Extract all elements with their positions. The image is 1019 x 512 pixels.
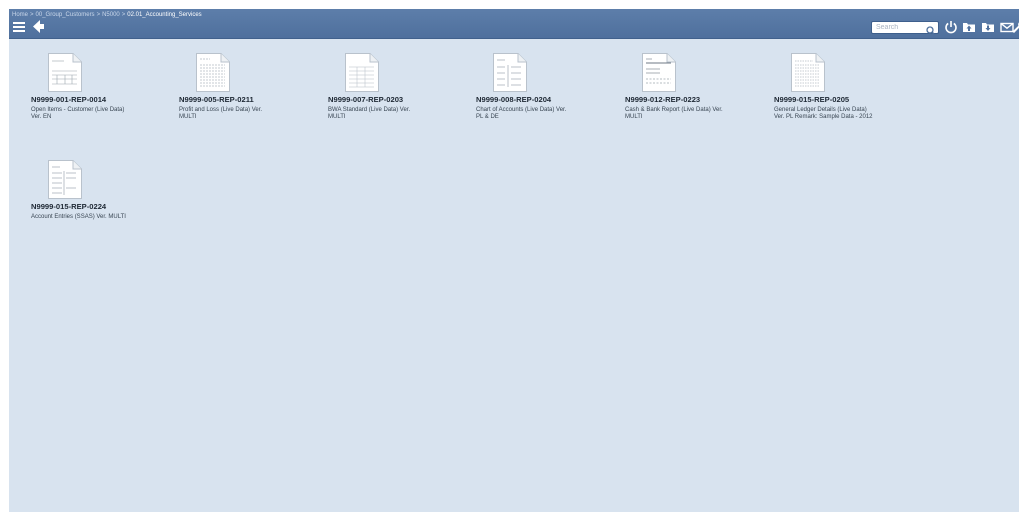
report-description-line: PL & DE [476,114,499,120]
report-description-line: BWA Standard (Live Data) Ver. [328,107,411,113]
report-item[interactable]: N9999-007-REP-0203 BWA Standard (Live Da… [328,53,468,121]
report-title: N9999-005-REP-0211 [179,95,254,104]
report-description: Chart of Accounts (Live Data) Ver. PL & … [476,107,586,121]
report-document-icon [48,160,82,199]
report-item[interactable]: N9999-015-REP-0205 General Ledger Detail… [774,53,914,121]
report-description-line: Open Items - Customer (Live Data) [31,107,125,113]
report-description: Open Items - Customer (Live Data) Ver. E… [31,107,141,121]
report-title: N9999-015-REP-0224 [31,202,107,211]
report-document-icon [642,53,676,92]
report-description-line: MULTI [179,114,197,120]
report-item[interactable]: N9999-008-REP-0204 Chart of Accounts (Li… [476,53,616,121]
breadcrumb: Home >00_Group_Customers > N5000 >02.01_Acco… [12,10,202,20]
report-description: Profit and Loss (Live Data) Ver. MULTI [179,107,289,121]
breadcrumb-separator: > [96,12,101,18]
report-item[interactable]: N9999-005-REP-0211 Profit and Loss (Live… [179,53,319,121]
report-description-line: MULTI [625,114,643,120]
report-item[interactable]: N9999-012-REP-0223 Cash & Bank Report (L… [625,53,765,121]
search-field [871,21,939,36]
report-document-icon [493,53,527,92]
folder-upload-icon[interactable] [962,20,976,34]
report-item[interactable]: N9999-001-REP-0014 Open Items - Customer… [31,53,171,121]
breadcrumb-separator: > [121,12,126,18]
report-description-line: Account Entries (SSAS) Ver. MULTI [31,214,126,220]
report-description-line: Cash & Bank Report (Live Data) Ver. [625,107,723,113]
report-description-line: Ver. PL Remark: Sample Data - 2012 [774,114,873,120]
breadcrumb-separator: > [30,12,34,18]
report-description-line: Ver. EN [31,114,52,120]
breadcrumb-item-n5000[interactable]: N5000 [102,12,120,18]
report-description: Account Entries (SSAS) Ver. MULTI [31,214,161,221]
report-title: N9999-007-REP-0203 [328,95,404,104]
report-title: N9999-015-REP-0205 [774,95,850,104]
power-icon[interactable] [944,20,958,34]
top-toolbar: Home >00_Group_Customers > N5000 >02.01_Acco… [9,9,1019,39]
report-item[interactable]: N9999-015-REP-0224 Account Entries (SSAS… [31,160,171,221]
menu-icon[interactable] [13,22,25,32]
search-icon[interactable] [926,23,936,36]
wrench-icon[interactable] [1011,20,1019,34]
report-title: N9999-008-REP-0204 [476,95,552,104]
report-description-line: MULTI [328,114,346,120]
app-window: Home >00_Group_Customers > N5000 >02.01_Acco… [9,9,1019,512]
report-document-icon [48,53,82,92]
breadcrumb-item-home[interactable]: Home [12,12,28,18]
report-description: BWA Standard (Live Data) Ver. MULTI [328,107,438,121]
report-description-line: General Ledger Details (Live Data) [774,107,867,113]
report-description: Cash & Bank Report (Live Data) Ver. MULT… [625,107,735,121]
report-document-icon [791,53,825,92]
report-description-line: Profit and Loss (Live Data) Ver. [179,107,263,113]
breadcrumb-item-group-customers[interactable]: 00_Group_Customers [36,12,95,18]
folder-download-icon[interactable] [981,20,995,34]
breadcrumb-item-accounting-services: 02.01_Accounting_Services [127,12,202,18]
report-document-icon [196,53,230,92]
report-title: N9999-001-REP-0014 [31,95,107,104]
report-document-icon [345,53,379,92]
report-title: N9999-012-REP-0223 [625,95,701,104]
report-description: General Ledger Details (Live Data) Ver. … [774,107,884,121]
report-description-line: Chart of Accounts (Live Data) Ver. [476,107,567,113]
back-arrow-icon[interactable] [33,20,45,33]
search-input[interactable] [872,22,926,33]
